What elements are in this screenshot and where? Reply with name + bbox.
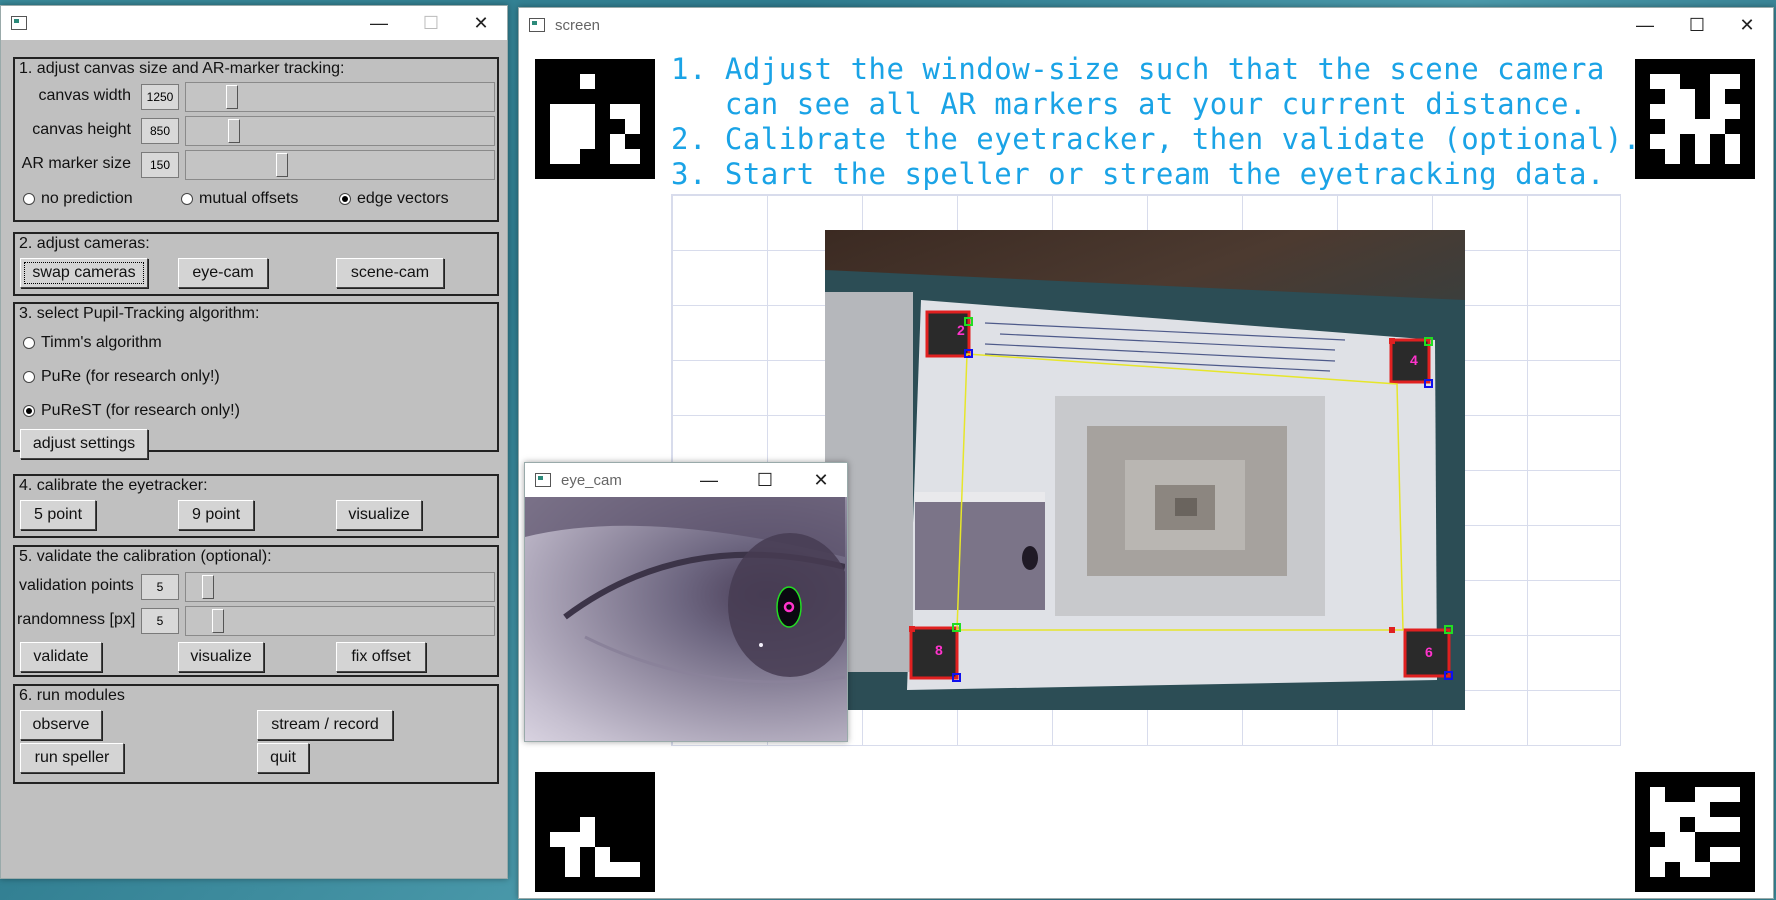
control-window: — ☐ ✕ 1. adjust canvas size and AR-marke…	[0, 5, 508, 879]
ar-marker-pattern-icon	[550, 817, 640, 877]
slider-thumb[interactable]	[226, 85, 238, 109]
maximize-icon: ☐	[422, 12, 440, 33]
section-title: 5. validate the calibration (optional):	[19, 548, 272, 565]
marker-id-label: 6	[1425, 644, 1433, 660]
slider-thumb[interactable]	[228, 119, 240, 143]
section-canvas-tracking: 1. adjust canvas size and AR-marker trac…	[13, 57, 499, 222]
section-cameras: 2. adjust cameras: swap cameras eye-cam …	[13, 232, 499, 296]
marker-size-label: AR marker size	[21, 155, 131, 172]
app-icon	[535, 473, 551, 487]
marker-size-value[interactable]: 150	[141, 152, 179, 178]
randomness-slider[interactable]	[185, 606, 495, 636]
canvas-height-label: canvas height	[32, 121, 131, 138]
minimize-icon[interactable]: —	[355, 6, 403, 40]
maximize-icon[interactable]: ☐	[1673, 8, 1721, 42]
run-speller-button[interactable]: run speller	[20, 743, 124, 773]
radio-purest[interactable]: PuReST (for research only!)	[23, 402, 240, 420]
ar-marker-bottom-right	[1635, 772, 1755, 892]
section-validate: 5. validate the calibration (optional): …	[13, 545, 499, 677]
section-title: 4. calibrate the eyetracker:	[19, 477, 208, 494]
ar-marker-top-left	[535, 59, 655, 179]
randomness-value[interactable]: 5	[141, 608, 179, 634]
ar-marker-top-right	[1635, 59, 1755, 179]
instruction-line-2: can see all AR markers at your current d…	[671, 87, 1587, 121]
eye-camera-feed	[525, 497, 847, 741]
validate-button[interactable]: validate	[20, 642, 102, 672]
section-pupil-algorithm: 3. select Pupil-Tracking algorithm: Timm…	[13, 302, 499, 459]
radio-selected-icon	[339, 193, 351, 205]
close-icon[interactable]: ✕	[1723, 8, 1771, 42]
slider-thumb[interactable]	[276, 153, 288, 177]
scene-cam-button[interactable]: scene-cam	[336, 258, 444, 288]
canvas-height-slider[interactable]	[185, 116, 495, 146]
screen-titlebar[interactable]: screen — ☐ ✕	[519, 8, 1773, 42]
canvas-height-value[interactable]: 850	[141, 118, 179, 144]
close-icon[interactable]: ✕	[457, 6, 505, 40]
minimize-icon[interactable]: —	[685, 463, 733, 497]
section-title: 1. adjust canvas size and AR-marker trac…	[19, 60, 345, 77]
slider-thumb[interactable]	[202, 575, 214, 599]
radio-no-prediction[interactable]: no prediction	[23, 190, 133, 208]
section-run-modules: 6. run modules observe stream / record r…	[13, 684, 499, 784]
marker-id-label: 8	[935, 642, 943, 658]
screen-window-title: screen	[555, 16, 601, 34]
marker-size-slider[interactable]	[185, 150, 495, 180]
maximize-icon[interactable]: ☐	[741, 463, 789, 497]
radio-circle-icon	[181, 193, 193, 205]
close-icon[interactable]: ✕	[797, 463, 845, 497]
section-title: 3. select Pupil-Tracking algorithm:	[19, 305, 260, 322]
validation-points-slider[interactable]	[185, 572, 495, 602]
ar-marker-pattern-icon	[1650, 787, 1740, 877]
validation-points-value[interactable]: 5	[141, 574, 179, 600]
radio-circle-icon	[23, 371, 35, 383]
ar-marker-pattern-icon	[550, 74, 640, 164]
radio-mutual-offsets[interactable]: mutual offsets	[181, 190, 298, 208]
swap-cameras-button[interactable]: swap cameras	[20, 258, 148, 288]
eye-camera-image	[525, 497, 847, 684]
app-icon	[529, 18, 545, 32]
ar-marker-pattern-icon	[1650, 74, 1740, 164]
radio-selected-icon	[23, 405, 35, 417]
control-panel: 1. adjust canvas size and AR-marker trac…	[1, 40, 507, 878]
fix-offset-button[interactable]: fix offset	[336, 642, 426, 672]
stream-record-button[interactable]: stream / record	[257, 710, 393, 740]
instruction-line-3: 2. Calibrate the eyetracker, then valida…	[671, 122, 1641, 156]
validation-points-label: validation points	[19, 577, 134, 594]
randomness-label: randomness [px]	[17, 611, 136, 628]
slider-thumb[interactable]	[212, 609, 224, 633]
radio-edge-vectors[interactable]: edge vectors	[339, 190, 449, 208]
quit-button[interactable]: quit	[257, 743, 309, 773]
observe-button[interactable]: observe	[20, 710, 102, 740]
eye-cam-window-title: eye_cam	[561, 471, 622, 489]
instruction-line-1: 1. Adjust the window-size such that the …	[671, 52, 1605, 86]
app-icon	[11, 16, 27, 30]
marker-id-label: 2	[957, 322, 965, 338]
calibrate-5-point-button[interactable]: 5 point	[20, 500, 96, 530]
eye-cam-window: eye_cam — ☐ ✕	[524, 462, 848, 742]
canvas-width-slider[interactable]	[185, 82, 495, 112]
eye-cam-button[interactable]: eye-cam	[178, 258, 268, 288]
screen-window: screen — ☐ ✕ 1. Adjust the window-size s…	[518, 7, 1774, 899]
minimize-icon[interactable]: —	[1621, 8, 1669, 42]
radio-circle-icon	[23, 337, 35, 349]
section-title: 2. adjust cameras:	[19, 235, 150, 252]
eye-cam-titlebar[interactable]: eye_cam — ☐ ✕	[525, 463, 847, 497]
canvas-width-label: canvas width	[38, 87, 132, 104]
ar-marker-bottom-left	[535, 772, 655, 892]
validate-visualize-button[interactable]: visualize	[178, 642, 264, 672]
marker-id-label: 4	[1410, 352, 1418, 368]
calibrate-visualize-button[interactable]: visualize	[336, 500, 422, 530]
scene-camera-image	[825, 270, 1465, 710]
control-titlebar[interactable]: — ☐ ✕	[1, 6, 507, 40]
calibrate-9-point-button[interactable]: 9 point	[178, 500, 254, 530]
radio-circle-icon	[23, 193, 35, 205]
radio-pure[interactable]: PuRe (for research only!)	[23, 368, 220, 386]
section-title: 6. run modules	[19, 687, 125, 704]
canvas-width-value[interactable]: 1250	[141, 84, 179, 110]
section-calibrate: 4. calibrate the eyetracker: 5 point 9 p…	[13, 474, 499, 538]
radio-timm[interactable]: Timm's algorithm	[23, 334, 162, 352]
instruction-line-4: 3. Start the speller or stream the eyetr…	[671, 157, 1605, 191]
adjust-settings-button[interactable]: adjust settings	[20, 429, 148, 459]
scene-camera-feed: 2 4 8 6	[825, 230, 1465, 710]
